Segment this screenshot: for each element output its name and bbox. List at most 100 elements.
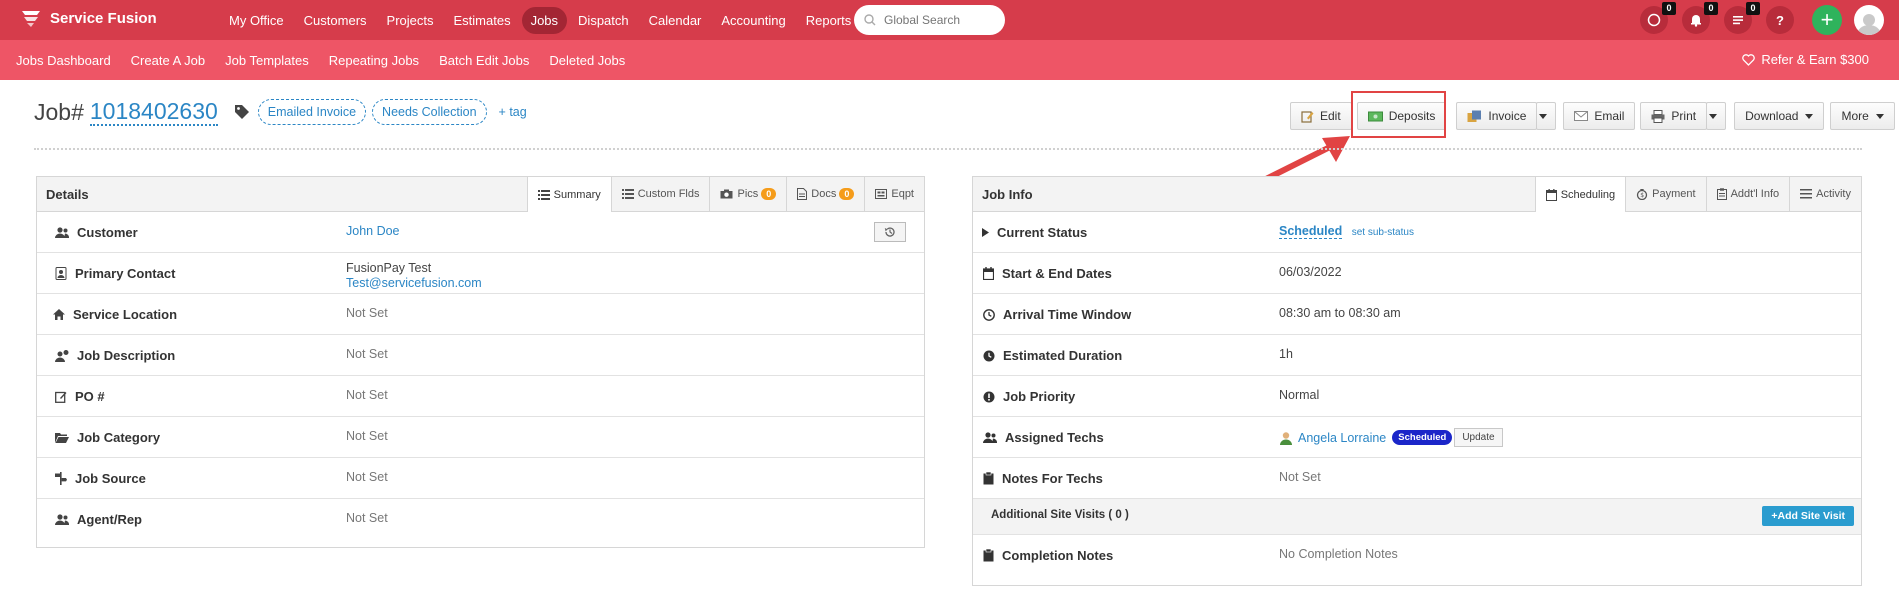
jobinfo-row-techs: Assigned Techs Angela Lorraine Scheduled… <box>973 417 1861 458</box>
tab-eqpt[interactable]: Eqpt <box>864 177 924 211</box>
nav-estimates[interactable]: Estimates <box>445 7 520 34</box>
tag-needs-collection[interactable]: Needs Collection <box>372 99 487 125</box>
tab-docs[interactable]: Docs 0 <box>786 177 864 211</box>
tab-activity[interactable]: Activity <box>1789 177 1861 211</box>
subnav-deleted-jobs[interactable]: Deleted Jobs <box>549 53 625 68</box>
details-panel-header: Details Summary Custom Flds Pics 0 Docs … <box>37 177 924 212</box>
tab-summary[interactable]: Summary <box>526 177 611 212</box>
jobinfo-row-duration: Estimated Duration 1h <box>973 335 1861 376</box>
status-value-wrap: Scheduled set sub-status <box>1279 224 1414 239</box>
tasks-button[interactable]: 0 <box>1724 2 1760 34</box>
subnav-batch-edit-jobs[interactable]: Batch Edit Jobs <box>439 53 529 68</box>
status-value-link[interactable]: Scheduled <box>1279 224 1343 239</box>
add-tag-link[interactable]: + tag <box>499 105 527 119</box>
job-number[interactable]: 1018402630 <box>89 98 218 126</box>
nav-calendar[interactable]: Calendar <box>640 7 711 34</box>
more-button[interactable]: More <box>1830 102 1895 130</box>
edit-icon <box>1301 110 1314 123</box>
nav-customers[interactable]: Customers <box>295 7 376 34</box>
equipment-icon <box>875 189 888 199</box>
chat-count-badge: 0 <box>1662 2 1676 15</box>
job-info-tabs: Scheduling $ Payment Addt'l Info Activit… <box>1534 177 1861 212</box>
details-panel: Details Summary Custom Flds Pics 0 Docs … <box>36 176 925 548</box>
set-sub-status-link[interactable]: set sub-status <box>1352 227 1414 238</box>
nav-my-office[interactable]: My Office <box>220 7 293 34</box>
invoice-label: Invoice <box>1488 109 1527 123</box>
quick-add-button[interactable]: + <box>1812 5 1842 35</box>
update-tech-button[interactable]: Update <box>1454 428 1503 447</box>
details-tabs: Summary Custom Flds Pics 0 Docs 0 Eqpt <box>526 177 924 212</box>
help-button[interactable]: ? <box>1766 6 1794 34</box>
invoice-dropdown-toggle[interactable] <box>1536 102 1557 130</box>
clipboard-icon <box>983 472 994 485</box>
arrival-label-wrap: Arrival Time Window <box>983 307 1131 322</box>
completion-label-wrap: Completion Notes <box>983 548 1113 563</box>
completion-label: Completion Notes <box>1002 548 1114 563</box>
current-status-toggle[interactable]: Current Status <box>982 225 1087 240</box>
edit-button[interactable]: Edit <box>1290 102 1352 130</box>
caret-down-icon <box>1805 113 1814 119</box>
tab-pics-label: Pics <box>737 188 759 200</box>
nav-projects[interactable]: Projects <box>378 7 443 34</box>
nav-reports[interactable]: Reports <box>797 7 861 34</box>
clock-circle-icon <box>983 350 995 361</box>
nav-dispatch[interactable]: Dispatch <box>569 7 638 34</box>
add-site-visit-button[interactable]: +Add Site Visit <box>1762 506 1854 526</box>
refer-and-earn-link[interactable]: Refer & Earn $300 <box>1742 52 1869 67</box>
tab-pics[interactable]: Pics 0 <box>709 177 786 211</box>
money-bag-icon: $ <box>1637 189 1648 200</box>
tag-emailed-invoice[interactable]: Emailed Invoice <box>257 99 367 125</box>
dates-value: 06/03/2022 <box>1279 265 1342 279</box>
tech-name-link[interactable]: Angela Lorraine <box>1298 431 1386 445</box>
tab-addtl-info[interactable]: Addt'l Info <box>1705 177 1790 211</box>
tab-payment-label: Payment <box>1652 188 1696 200</box>
users-icon <box>55 227 69 238</box>
signpost-icon <box>55 472 67 485</box>
nav-accounting[interactable]: Accounting <box>712 7 794 34</box>
clock-icon <box>983 308 995 321</box>
history-button[interactable] <box>874 222 906 242</box>
job-category-value: Not Set <box>346 429 388 443</box>
history-icon <box>884 227 895 237</box>
print-dropdown-toggle[interactable] <box>1706 102 1727 130</box>
tab-custom-flds[interactable]: Custom Flds <box>610 177 710 211</box>
print-label: Print <box>1671 109 1697 123</box>
tab-scheduling[interactable]: Scheduling <box>1534 177 1626 212</box>
edit-label: Edit <box>1320 109 1341 123</box>
subnav-job-templates[interactable]: Job Templates <box>225 53 309 68</box>
download-button[interactable]: Download <box>1734 102 1825 130</box>
subnav-create-a-job[interactable]: Create A Job <box>131 53 205 68</box>
brand-logo[interactable]: Service Fusion <box>20 8 157 28</box>
top-icons: 0 0 0 ? + <box>1640 2 1884 35</box>
refer-label: Refer & Earn $300 <box>1761 52 1869 67</box>
email-button[interactable]: Email <box>1563 102 1636 130</box>
user-silhouette-icon <box>1857 14 1881 35</box>
completion-value: No Completion Notes <box>1279 547 1398 561</box>
primary-contact-email[interactable]: Test@servicefusion.com <box>346 276 482 290</box>
job-label: Job# <box>34 98 84 125</box>
search-input[interactable] <box>882 12 996 28</box>
tab-payment[interactable]: $ Payment <box>1625 177 1705 211</box>
subnav-jobs-dashboard[interactable]: Jobs Dashboard <box>16 53 111 68</box>
nav-jobs[interactable]: Jobs <box>521 6 568 34</box>
service-location-value: Not Set <box>346 306 388 320</box>
subnav-repeating-jobs[interactable]: Repeating Jobs <box>329 53 419 68</box>
details-row-job-description: Job Description Not Set <box>37 335 924 376</box>
user-avatar[interactable] <box>1854 5 1884 35</box>
job-category-label: Job Category <box>77 430 161 445</box>
caret-down-icon <box>1875 113 1884 119</box>
agent-rep-value: Not Set <box>346 511 388 525</box>
tab-eqpt-label: Eqpt <box>891 188 914 200</box>
list-icon <box>1733 16 1743 25</box>
print-button[interactable]: Print <box>1640 102 1708 130</box>
po-label-wrap: PO # <box>55 389 105 404</box>
list-icon <box>621 189 634 199</box>
invoice-button[interactable]: Invoice <box>1456 102 1538 130</box>
tech-status-badge: Scheduled <box>1392 430 1453 445</box>
users-icon <box>55 514 69 525</box>
users-icon <box>983 432 997 443</box>
chat-button[interactable]: 0 <box>1640 2 1676 34</box>
customer-link[interactable]: John Doe <box>346 224 400 238</box>
global-search[interactable] <box>854 5 1005 35</box>
notifications-button[interactable]: 0 <box>1682 2 1718 34</box>
